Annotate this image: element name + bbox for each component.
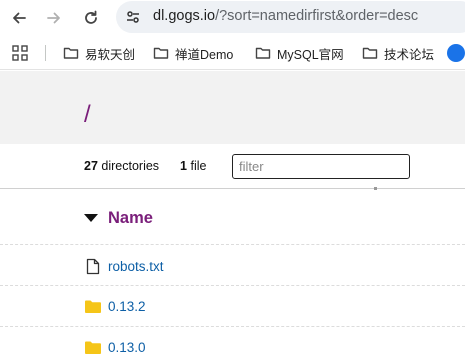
browser-toolbar: dl.gogs.io/?sort=namedirfirst&order=desc: [0, 0, 465, 36]
row-divider: [0, 244, 465, 245]
bookmark-item[interactable]: MySQL官网: [255, 44, 344, 62]
url-text[interactable]: dl.gogs.io/?sort=namedirfirst&order=desc: [153, 8, 418, 24]
header-divider: [0, 188, 465, 189]
url-host: dl.gogs.io: [153, 8, 216, 24]
bookmark-item[interactable]: 禅道Demo: [153, 44, 233, 62]
bookmarks-separator: [45, 45, 46, 61]
bookmark-item[interactable]: 易软天创: [63, 44, 135, 62]
name-column-header[interactable]: Name: [84, 208, 153, 228]
forward-button[interactable]: [42, 6, 66, 30]
path-header: [0, 71, 465, 144]
file-icon: [84, 257, 102, 275]
directory-count: 27: [84, 159, 98, 173]
folder-icon: [153, 47, 169, 59]
folder-link[interactable]: 0.13.0: [108, 340, 146, 355]
back-button[interactable]: [7, 6, 31, 30]
sort-descending-icon: [84, 214, 98, 222]
directory-count-label: directories: [101, 159, 160, 173]
extension-icon[interactable]: [447, 44, 465, 62]
list-item[interactable]: robots.txt: [84, 256, 164, 276]
file-count-label: file: [190, 159, 207, 173]
bookmark-label: 技术论坛: [384, 47, 435, 62]
current-path: /: [84, 101, 91, 128]
tune-icon: [127, 11, 139, 23]
listing-summary: 27 directories 1 file: [84, 159, 206, 173]
file-link[interactable]: robots.txt: [108, 259, 164, 274]
bookmark-item[interactable]: 技术论坛: [362, 44, 434, 62]
folder-icon: [84, 297, 102, 315]
site-info-button[interactable]: [122, 6, 144, 28]
bookmark-label: MySQL官网: [277, 47, 344, 62]
bookmark-label: 禅道Demo: [175, 47, 234, 62]
folder-icon: [63, 47, 79, 59]
bookmark-label: 易软天创: [85, 47, 136, 62]
folder-icon: [84, 338, 102, 356]
divider-caret: [374, 187, 377, 190]
bookmarks-bar: 易软天创 禅道Demo MySQL官网 技术论坛: [0, 36, 465, 70]
url-path: /?sort=namedirfirst&order=desc: [215, 8, 419, 24]
name-column-label: Name: [108, 208, 153, 227]
list-item[interactable]: 0.13.0: [84, 337, 146, 357]
back-arrow-icon: [13, 12, 26, 24]
directory-listing-page: / 27 directories 1 file Name robots.txt …: [0, 71, 465, 360]
folder-link[interactable]: 0.13.2: [108, 299, 146, 314]
list-item[interactable]: 0.13.2: [84, 296, 146, 316]
apps-grid-icon[interactable]: [12, 45, 28, 61]
folder-icon: [362, 47, 378, 59]
filter-input[interactable]: [232, 154, 410, 179]
folder-icon: [255, 47, 271, 59]
reload-button[interactable]: [79, 6, 103, 30]
file-count: 1: [180, 159, 187, 173]
row-divider: [0, 285, 465, 286]
forward-arrow-icon: [47, 12, 60, 24]
reload-icon: [85, 10, 97, 24]
row-divider: [0, 326, 465, 327]
